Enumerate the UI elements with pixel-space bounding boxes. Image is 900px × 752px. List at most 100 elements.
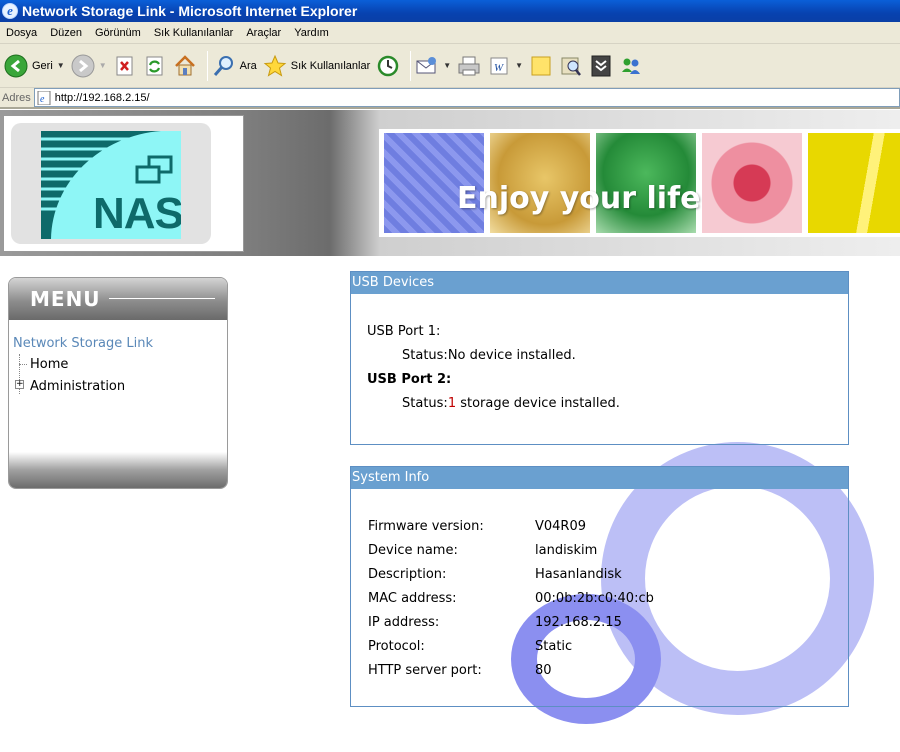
favorites-label: Sık Kullanılanlar	[290, 59, 371, 72]
system-info-panel: System Info Firmware version: V04R09 Dev…	[350, 466, 849, 707]
device-count: 1	[447, 396, 457, 411]
research-button[interactable]	[559, 54, 583, 78]
menu-header: MENU	[9, 278, 227, 320]
menu-favorites[interactable]: Sık Kullanılanlar	[148, 27, 241, 39]
status-label: Status:	[402, 396, 448, 411]
menu-bar: Dosya Düzen Görünüm Sık Kullanılanlar Ar…	[0, 22, 900, 44]
mail-icon	[415, 54, 439, 78]
window-titlebar: e Network Storage Link - Microsoft Inter…	[0, 0, 900, 22]
info-value: 192.168.2.15	[535, 615, 622, 630]
chevron-down-icon[interactable]: ▼	[515, 61, 523, 70]
nas-logo: NAS	[3, 115, 244, 252]
usb-devices-panel: USB Devices USB Port 1: Status:No device…	[350, 271, 849, 445]
logo-panel: NAS	[41, 131, 181, 239]
search-icon	[212, 54, 236, 78]
forward-arrow-icon	[71, 54, 95, 78]
menu-help[interactable]: Yardım	[288, 27, 336, 39]
status-value: No device installed.	[447, 348, 576, 363]
info-label: HTTP server port:	[368, 663, 482, 678]
header-banner: Enjoy your life	[379, 129, 900, 237]
info-label: IP address:	[368, 615, 440, 630]
logo-text: NAS	[93, 189, 181, 238]
page-header: NAS Enjoy your life	[0, 110, 900, 256]
print-button[interactable]	[457, 54, 481, 78]
window-title: Network Storage Link - Microsoft Interne…	[22, 3, 358, 19]
banner-slogan: Enjoy your life	[457, 181, 701, 216]
usb-port1-status: Status:No device installed.	[402, 348, 576, 363]
back-label: Geri	[32, 59, 53, 72]
info-value: Static	[535, 639, 573, 654]
toolbar-separator	[206, 50, 208, 81]
messenger-button[interactable]	[619, 54, 643, 78]
usb-port1-label: USB Port 1:	[367, 324, 441, 339]
logo-background: NAS	[11, 123, 211, 244]
note-icon	[529, 54, 553, 78]
stop-button[interactable]	[113, 54, 137, 78]
flower-image	[702, 133, 802, 233]
favorites-button[interactable]: Sık Kullanılanlar	[263, 54, 371, 78]
menu-footer	[9, 452, 227, 488]
system-panel-title: System Info	[351, 467, 848, 489]
menu-tools[interactable]: Araçlar	[240, 27, 288, 39]
info-value: Hasanlandisk	[535, 567, 622, 582]
side-menu: MENU Network Storage Link Home + Adminis…	[8, 277, 228, 489]
chevron-down-icon[interactable]: ▼	[99, 61, 107, 70]
mail-button[interactable]: ▼	[415, 54, 451, 78]
menu-edit[interactable]: Düzen	[44, 27, 89, 39]
info-value: landiskim	[535, 543, 598, 558]
page-icon: e	[37, 90, 51, 105]
address-label: Adres	[2, 91, 31, 104]
info-value: V04R09	[535, 519, 587, 534]
info-value: 80	[535, 663, 552, 678]
menu-divider	[109, 298, 215, 299]
printer-icon	[457, 54, 481, 78]
info-label: Protocol:	[368, 639, 425, 654]
info-label: Firmware version:	[368, 519, 484, 534]
refresh-button[interactable]	[143, 54, 167, 78]
star-icon	[263, 54, 287, 78]
research-icon	[559, 54, 583, 78]
status-value: storage device installed.	[460, 396, 620, 411]
menu-root-link[interactable]: Network Storage Link	[13, 336, 153, 351]
info-label: MAC address:	[368, 591, 457, 606]
usb-panel-title: USB Devices	[351, 272, 848, 294]
address-bar: Adres e http://192.168.2.15/	[0, 88, 900, 109]
address-url: http://192.168.2.15/	[54, 91, 150, 104]
messenger-icon	[619, 54, 643, 78]
menu-title: MENU	[30, 287, 101, 311]
edit-button[interactable]: W ▼	[487, 54, 523, 78]
tree-connector	[19, 364, 27, 365]
chevron-down-icon[interactable]: ▼	[443, 61, 451, 70]
search-button[interactable]: Ara	[212, 54, 257, 78]
discuss-button[interactable]	[529, 54, 553, 78]
yellow-object-image	[808, 133, 900, 233]
menu-item-administration[interactable]: Administration	[30, 379, 125, 394]
info-value: 00:0b:2b:c0:40:cb	[535, 591, 654, 606]
menu-file[interactable]: Dosya	[0, 27, 44, 39]
home-button[interactable]	[173, 54, 197, 78]
menu-item-home[interactable]: Home	[30, 357, 68, 372]
usb-port2-label: USB Port 2:	[367, 372, 452, 387]
address-input[interactable]: e http://192.168.2.15/	[33, 88, 900, 107]
back-arrow-icon	[4, 54, 28, 78]
usb-port2-status: Status:1 storage device installed.	[402, 396, 620, 411]
history-button[interactable]	[376, 54, 400, 78]
status-label: Status:	[402, 348, 448, 363]
toolbar: Geri ▼ ▼ Ara Sık Kullanılanlar ▼ W ▼	[0, 44, 900, 88]
chevron-down-icon[interactable]: ▼	[57, 61, 65, 70]
info-label: Device name:	[368, 543, 458, 558]
svg-text:e: e	[40, 94, 45, 105]
word-document-icon: W	[487, 54, 511, 78]
archive-icon	[589, 54, 613, 78]
toolbar-separator	[410, 50, 412, 81]
info-label: Description:	[368, 567, 447, 582]
menu-view[interactable]: Görünüm	[89, 27, 148, 39]
search-label: Ara	[239, 59, 257, 72]
refresh-icon	[143, 54, 167, 78]
home-icon	[173, 54, 197, 78]
page-content: NAS Enjoy your life MENU Network Storage…	[0, 110, 900, 752]
archive-button[interactable]	[589, 54, 613, 78]
expand-plus-icon[interactable]: +	[15, 380, 24, 389]
back-button[interactable]: Geri ▼	[4, 54, 65, 78]
forward-button[interactable]: ▼	[71, 54, 107, 78]
